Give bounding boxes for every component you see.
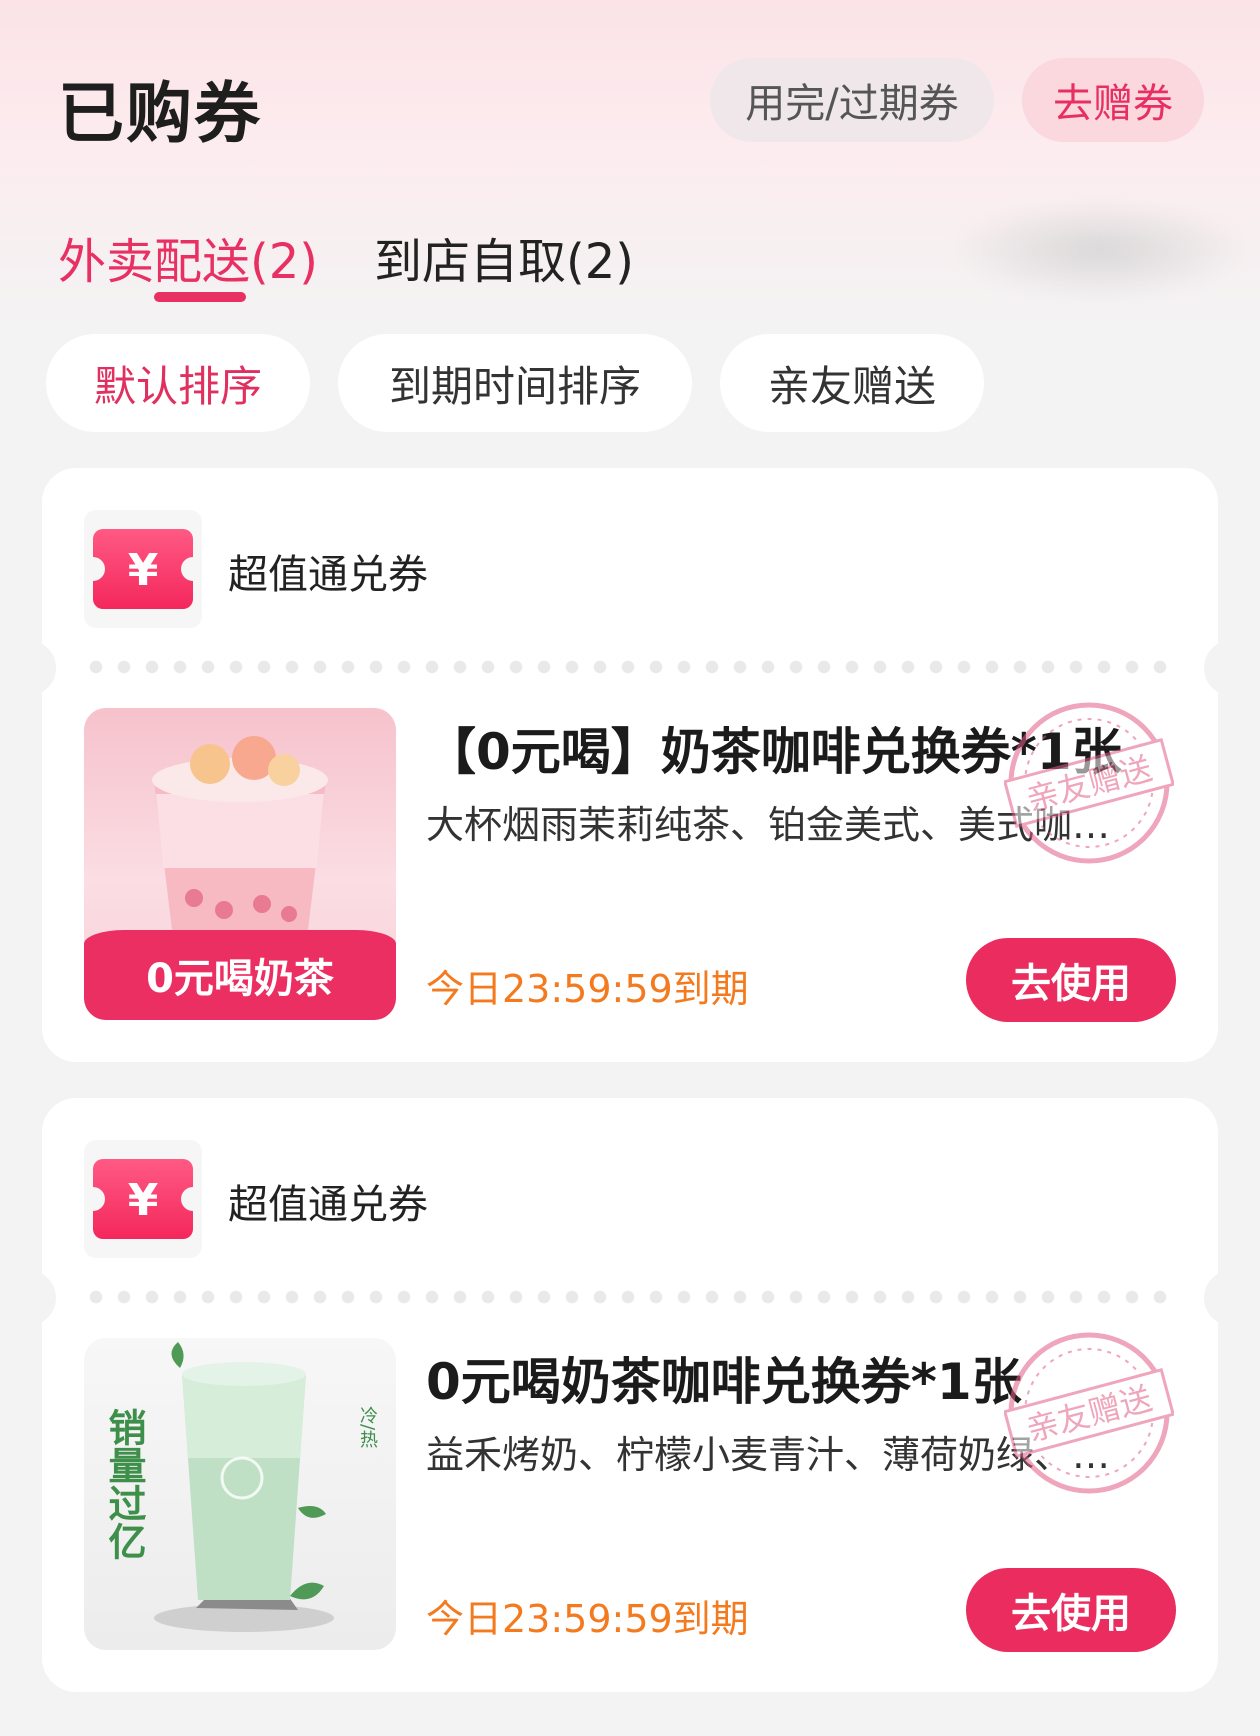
dotted-divider xyxy=(82,1290,1178,1304)
page-title: 已购券 xyxy=(58,75,262,152)
expire-time: 今日23:59:59到期 xyxy=(426,1597,749,1641)
product-image[interactable]: 0元喝奶茶 xyxy=(84,708,396,1020)
tab-delivery[interactable]: 外卖配送(2) xyxy=(58,222,318,292)
card-notch xyxy=(1204,640,1232,696)
card-notch xyxy=(28,640,56,696)
svg-text:¥: ¥ xyxy=(128,1175,159,1226)
use-button[interactable]: 去使用 xyxy=(966,938,1176,1022)
card-notch xyxy=(1204,1270,1232,1326)
coupon-type-label: 超值通兑券 xyxy=(228,1182,428,1228)
tab-pickup[interactable]: 到店自取(2) xyxy=(374,222,634,292)
yen-ticket-icon: ¥ xyxy=(84,1140,202,1258)
gift-coupon-button[interactable]: 去赠券 xyxy=(1022,58,1204,142)
dotted-divider xyxy=(82,660,1178,674)
product-image[interactable]: 销量过亿 冷/热 xyxy=(84,1338,396,1650)
active-tab-indicator xyxy=(154,292,246,302)
blurred-region xyxy=(950,200,1250,300)
friend-gift-chip[interactable]: 亲友赠送 xyxy=(720,334,984,432)
svg-text:¥: ¥ xyxy=(128,545,159,596)
sort-expire-chip[interactable]: 到期时间排序 xyxy=(338,334,692,432)
expire-time: 今日23:59:59到期 xyxy=(426,967,749,1011)
coupon-card: ¥ 超值通兑券 0元喝奶茶 【0元喝】奶茶咖啡兑换券*1张 大杯烟雨茉莉纯茶、铂… xyxy=(28,468,1232,1062)
temp-option-label: 冷/热 xyxy=(357,1406,378,1449)
sales-slogan: 销量过亿 xyxy=(102,1408,146,1560)
coupon-card: ¥ 超值通兑券 销量过亿 冷/热 0元喝奶茶咖啡兑换券*1张 益禾烤奶、柠檬小麦… xyxy=(28,1098,1232,1692)
use-button[interactable]: 去使用 xyxy=(966,1568,1176,1652)
yen-ticket-icon: ¥ xyxy=(84,510,202,628)
card-notch xyxy=(28,1270,56,1326)
friend-gift-stamp: 亲友赠送 xyxy=(1002,1328,1176,1498)
friend-gift-stamp: 亲友赠送 xyxy=(1002,698,1176,868)
expired-coupons-button[interactable]: 用完/过期券 xyxy=(710,58,994,142)
coupon-type-label: 超值通兑券 xyxy=(228,552,428,598)
image-banner: 0元喝奶茶 xyxy=(84,930,396,1020)
sort-default-chip[interactable]: 默认排序 xyxy=(46,334,310,432)
